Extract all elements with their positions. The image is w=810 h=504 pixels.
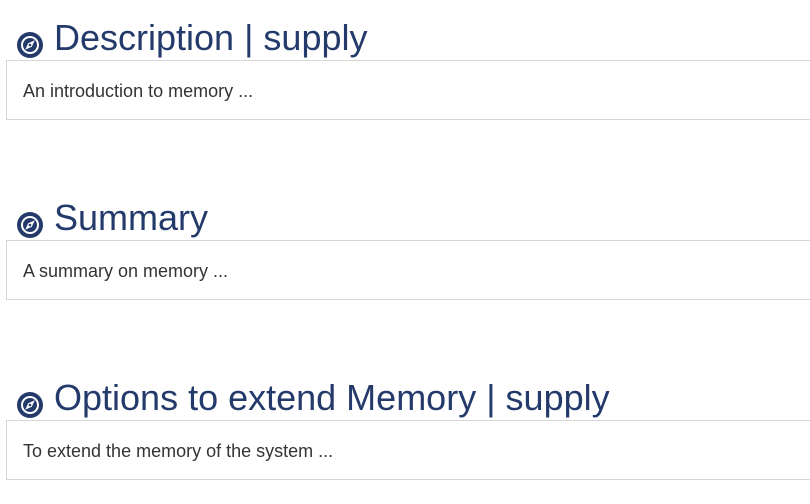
section-title: Options to extend Memory | supply	[54, 377, 610, 418]
section-content-box: A summary on memory ...	[6, 240, 810, 300]
compass-icon	[16, 205, 44, 238]
section-content-box: To extend the memory of the system ...	[6, 420, 810, 480]
compass-icon	[16, 385, 44, 418]
section-content-text: An introduction to memory ...	[23, 81, 254, 101]
section-title: Summary	[54, 197, 209, 238]
section-heading: Summary	[16, 196, 208, 240]
section-heading: Description | supply	[16, 16, 368, 60]
section-content-text: To extend the memory of the system ...	[23, 441, 334, 461]
section-heading: Options to extend Memory | supply	[16, 376, 610, 420]
compass-icon	[16, 25, 44, 58]
section-content-box: An introduction to memory ...	[6, 60, 810, 120]
section-title: Description | supply	[54, 17, 368, 58]
section-content-text: A summary on memory ...	[23, 261, 229, 281]
